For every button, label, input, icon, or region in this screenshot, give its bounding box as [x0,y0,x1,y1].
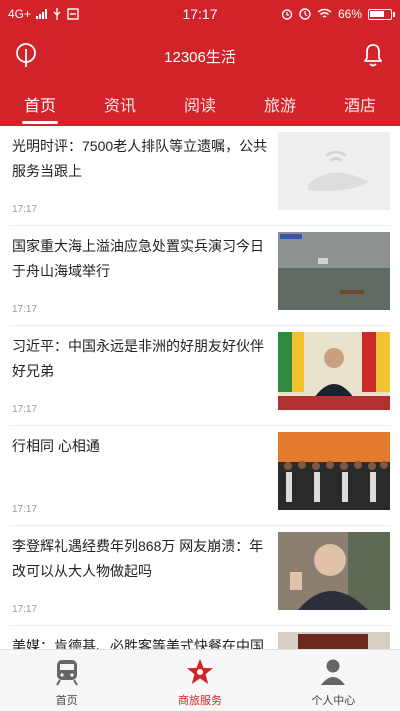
tab-travel[interactable]: 旅游 [240,86,320,126]
tab-home[interactable]: 首页 [0,86,80,126]
list-item[interactable]: 光明时评：7500老人排队等立遗嘱，公共服务当跟上 17:17 [10,126,390,226]
nav-label: 首页 [55,695,78,707]
list-item[interactable]: 习近平：中国永远是非洲的好朋友好伙伴好兄弟 17:17 [10,326,390,426]
news-title: 美媒：肯德基、必胜客等美式快餐在中国 [12,638,264,649]
news-time: 17:17 [12,404,38,415]
tab-bar: 首页 资讯 阅读 旅游 酒店 [0,86,400,126]
status-right: 66% [281,7,395,21]
leader-flags-photo [278,332,390,410]
news-title: 习近平：中国永远是非洲的好朋友好伙伴好兄弟 [12,338,264,379]
nav-label: 个人中心 [311,695,356,707]
news-title: 李登辉礼遇经费年列868万 网友崩溃：年改可以从大人物做起吗 [12,538,264,579]
app-header: 4G+ 17:17 66% 12306生活 首页 资讯 阅读 旅游 酒店 [0,0,400,126]
sea-ship-photo [278,232,390,310]
alarm-icon [281,9,293,20]
bell-icon[interactable] [360,41,386,69]
news-time: 17:17 [12,504,38,515]
nav-business-service[interactable]: 商旅服务 [133,650,266,711]
news-feed: 光明时评：7500老人排队等立遗嘱，公共服务当跟上 17:17 国家重大海上溢油… [0,126,400,649]
list-item[interactable]: 行相同 心相通 17:17 [10,426,390,526]
nav-home[interactable]: 首页 [0,650,133,711]
tab-news[interactable]: 资讯 [80,86,160,126]
nav-profile[interactable]: 个人中心 [267,650,400,711]
nav-label: 商旅服务 [177,695,222,707]
bottom-nav: 首页 商旅服务 个人中心 [0,649,400,711]
list-item[interactable]: 国家重大海上溢油应急处置实兵演习今日于舟山海域举行 17:17 [10,226,390,326]
news-title: 国家重大海上溢油应急处置实兵演习今日于舟山海域举行 [12,238,264,279]
placeholder-image [278,132,390,210]
news-time: 17:17 [12,604,38,615]
wifi-icon [317,8,332,18]
news-title: 行相同 心相通 [12,438,100,454]
group-photo [278,432,390,510]
news-title: 光明时评：7500老人排队等立遗嘱，公共服务当跟上 [12,138,268,179]
battery-icon [368,8,395,20]
page-title: 12306生活 [164,49,236,66]
tab-reading[interactable]: 阅读 [160,86,240,126]
status-bar: 4G+ 17:17 66% [0,0,400,28]
star-badge-icon [186,659,213,684]
news-time: 17:17 [12,204,38,215]
list-item[interactable]: 美媒：肯德基、必胜客等美式快餐在中国 [10,626,390,649]
restaurant-photo [278,632,390,649]
clock-icon [299,8,311,20]
person-icon [321,659,346,685]
speaker-photo [278,532,390,610]
list-item[interactable]: 李登辉礼遇经费年列868万 网友崩溃：年改可以从大人物做起吗 17:17 [10,526,390,626]
tab-hotel[interactable]: 酒店 [320,86,400,126]
title-bar: 12306生活 [0,36,400,74]
train-icon [55,660,78,686]
news-time: 17:17 [12,304,38,315]
battery-percent: 66% [337,7,362,21]
